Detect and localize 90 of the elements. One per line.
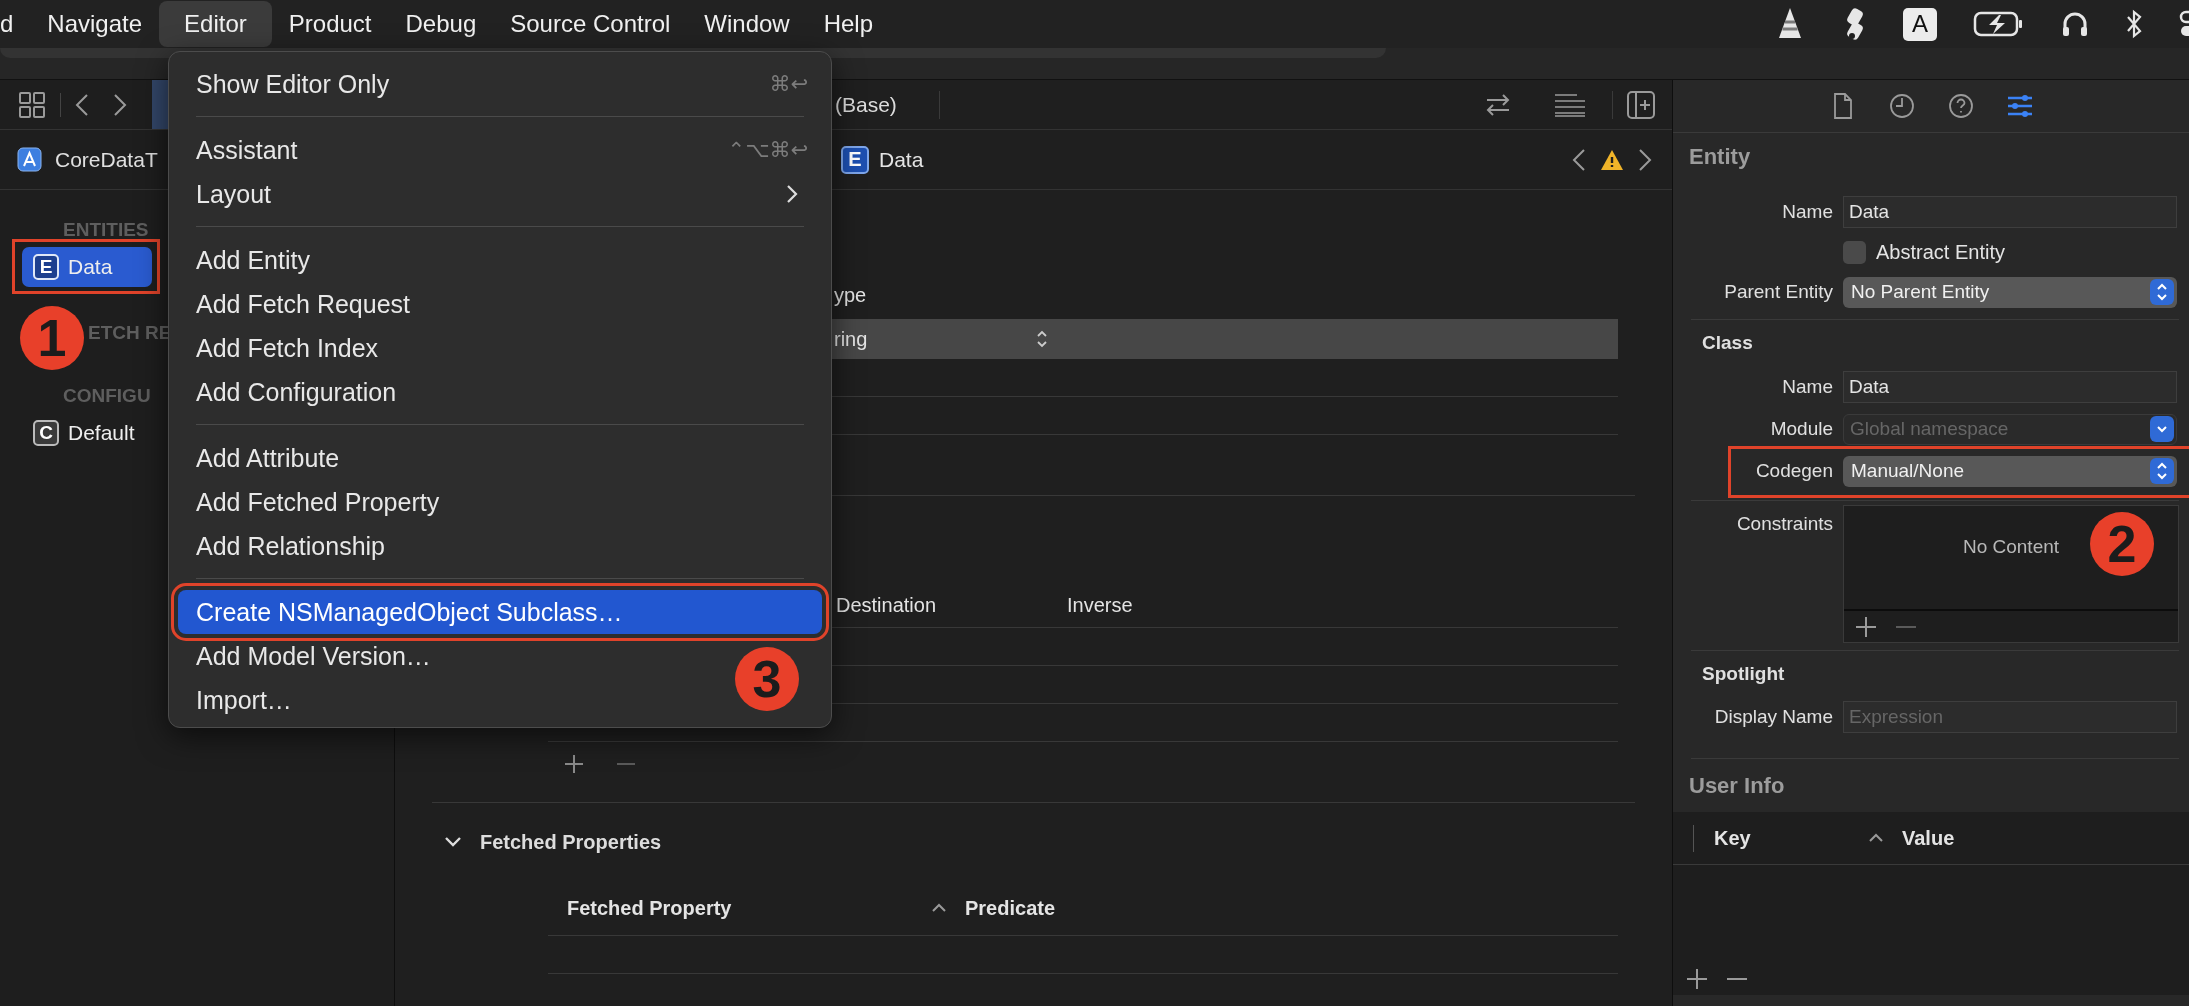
shortcut-label: ⌃⌥⌘↩ (727, 138, 808, 162)
empty-message: No Content (1962, 535, 2060, 558)
menu-bar-item[interactable]: Debug (388, 1, 494, 47)
menu-item[interactable]: Add Configuration (178, 370, 411, 414)
add-icon[interactable] (564, 754, 584, 774)
menu-item[interactable]: Add Fetched Property (178, 480, 454, 524)
menu-item[interactable]: Add Relationship (178, 524, 399, 568)
text-lines-icon[interactable] (1554, 92, 1586, 117)
type-badge-icon: E (33, 254, 59, 280)
clock-icon[interactable] (1889, 92, 1915, 120)
section-header: ENTITIES (63, 218, 149, 242)
bluetooth-icon[interactable] (2125, 9, 2143, 39)
menu-item[interactable]: Show Editor Only ⌘↩ (178, 62, 822, 106)
app-icon (17, 147, 42, 172)
project-name[interactable]: CoreDataT (55, 147, 158, 172)
menu-item[interactable]: Add Model Version… (178, 634, 445, 678)
section-title: Class (1701, 331, 1754, 355)
menu-item[interactable]: Layout (178, 172, 822, 216)
checkbox-label: Abstract Entity (1876, 240, 2005, 264)
column-header[interactable]: ype (834, 283, 867, 307)
type-badge-icon: C (33, 420, 59, 446)
warning-icon[interactable] (1600, 148, 1624, 171)
entity-item[interactable]: E Data (22, 247, 152, 287)
text-field[interactable]: Data (1843, 196, 2177, 228)
next-icon[interactable] (1638, 147, 1652, 172)
popup-button[interactable]: Manual/None (1843, 455, 2177, 487)
previous-icon[interactable] (1572, 147, 1586, 172)
menu-bar-item[interactable]: Navigate (30, 1, 160, 47)
section-header: CONFIGU (63, 384, 151, 408)
step-badge: 1 (20, 306, 84, 370)
editor-tab-title[interactable]: (Base) (835, 92, 897, 117)
sliders-icon[interactable] (2007, 92, 2033, 120)
field-label: Name (1781, 201, 1833, 223)
headphones-icon[interactable] (2061, 10, 2089, 38)
text-field[interactable]: Expression (1843, 701, 2177, 733)
field-label: Display Name (1713, 706, 1833, 728)
menu-item[interactable]: Add Attribute (178, 436, 354, 480)
add-editor-icon[interactable] (1627, 90, 1655, 119)
section-title: User Info (1688, 771, 1786, 800)
menu-item[interactable]: Add Fetch Index (178, 326, 393, 370)
shortcut-label: ⌘↩ (769, 72, 808, 96)
chevron-down-icon (2150, 415, 2174, 442)
combo-box[interactable]: Global namespace (1843, 413, 2177, 445)
column-header[interactable]: Inverse (1067, 593, 1133, 617)
swap-arrows-icon[interactable] (1484, 92, 1512, 117)
column-header[interactable]: Fetched Property (567, 896, 931, 920)
grid-icon[interactable] (18, 90, 46, 119)
menu-bar-item[interactable]: Window (687, 1, 807, 47)
checkbox[interactable] (1843, 240, 1866, 264)
add-icon[interactable] (1686, 968, 1708, 990)
step-badge: 3 (735, 647, 799, 711)
help-icon[interactable] (1948, 92, 1974, 120)
text-field[interactable]: Data (1843, 371, 2177, 403)
menu-bar-item[interactable]: d (0, 1, 31, 47)
menu-item[interactable]: Add Entity (178, 238, 324, 282)
field-label: Name (1781, 376, 1833, 398)
column-header[interactable]: Key (1714, 826, 1868, 850)
section-title: Spotlight (1701, 662, 1786, 686)
battery-charging-icon[interactable] (1973, 11, 2025, 37)
step-badge: 2 (2090, 512, 2154, 576)
menu-item[interactable]: Import… (178, 678, 306, 722)
back-icon[interactable] (75, 92, 89, 117)
type-value: ring (834, 327, 869, 351)
breadcrumb-item[interactable]: Data (879, 147, 924, 172)
entity-item[interactable]: C Default (22, 413, 152, 453)
section-title: Fetched Properties (480, 830, 662, 854)
input-source-indicator[interactable]: A (1903, 7, 1937, 41)
popup-button[interactable]: No Parent Entity (1843, 276, 2177, 308)
menu-item[interactable]: Assistant ⌃⌥⌘↩ (178, 128, 822, 172)
column-header[interactable]: Destination (836, 593, 1067, 617)
column-header[interactable]: Predicate (965, 896, 1056, 920)
field-label: Constraints (1735, 513, 1833, 535)
field-label: Codegen (1754, 460, 1833, 482)
menu-bar-item[interactable]: Help (806, 1, 891, 47)
stepper-icon (2150, 458, 2174, 484)
field-label: Module (1769, 418, 1833, 440)
entity-badge-icon: E (841, 145, 869, 174)
stepper-icon (2150, 279, 2174, 305)
field-label: Parent Entity (1723, 281, 1833, 303)
menu-item[interactable]: Add Fetch Request (178, 282, 424, 326)
section-title: Entity (1688, 143, 1752, 171)
menu-bar-item[interactable]: Product (271, 1, 389, 47)
item-label: Default (68, 421, 135, 445)
menu-bar-item[interactable]: Editor (159, 1, 272, 47)
column-header[interactable]: Value (1902, 826, 1955, 850)
menu-bar-item[interactable]: Source Control (493, 1, 688, 47)
stepper-icon[interactable] (1036, 330, 1048, 348)
item-label: Data (68, 255, 113, 279)
forward-icon[interactable] (113, 92, 127, 117)
add-icon[interactable] (1855, 615, 1877, 638)
